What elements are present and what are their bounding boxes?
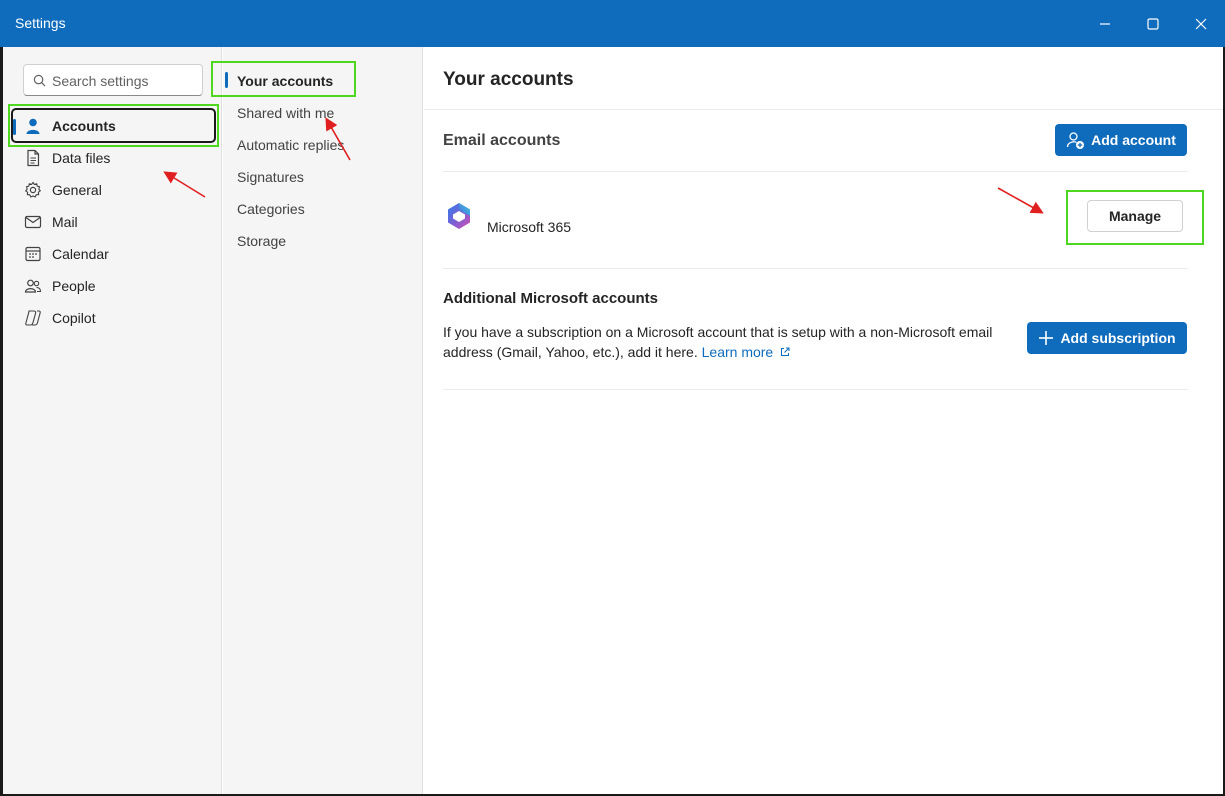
annotation-highlight-box: [8, 104, 219, 147]
minimize-icon: [1100, 22, 1110, 25]
title-bar: Settings: [0, 0, 1225, 47]
learn-more-label: Learn more: [701, 344, 774, 360]
additional-accounts-heading: Additional Microsoft accounts: [443, 290, 659, 307]
gear-icon: [23, 180, 43, 200]
external-link-icon: [781, 347, 790, 356]
subnav-item-shared-with-me[interactable]: Shared with me: [237, 103, 334, 123]
minimize-button[interactable]: [1082, 0, 1128, 47]
subnav-item-signatures[interactable]: Signatures: [237, 167, 304, 187]
copilot-icon: [23, 308, 43, 328]
microsoft-365-logo: [448, 203, 470, 229]
nav-item-label: Mail: [52, 214, 78, 230]
settings-nav-pane: Accounts Data files General Mail Calenda…: [3, 47, 222, 794]
search-box[interactable]: [23, 64, 203, 96]
maximize-button[interactable]: [1130, 0, 1176, 47]
divider: [443, 268, 1188, 269]
nav-item-copilot[interactable]: Copilot: [11, 302, 217, 334]
email-accounts-heading: Email accounts: [443, 132, 561, 149]
close-button[interactable]: [1178, 0, 1224, 47]
subnav-item-storage[interactable]: Storage: [237, 231, 286, 251]
nav-item-label: Data files: [52, 150, 111, 166]
learn-more-link[interactable]: Learn more: [702, 344, 791, 360]
search-icon: [33, 74, 46, 87]
maximize-icon: [1147, 17, 1159, 30]
subnav-item-categories[interactable]: Categories: [237, 199, 305, 219]
nav-item-calendar[interactable]: Calendar: [11, 238, 217, 270]
nav-item-label: Copilot: [52, 310, 96, 326]
add-account-button[interactable]: Add account: [1055, 124, 1187, 156]
content-pane: Your accounts Email accounts Add account: [424, 47, 1223, 794]
annotation-highlight-box: [211, 61, 356, 97]
divider: [424, 109, 1223, 110]
mail-icon: [23, 212, 43, 232]
add-subscription-button[interactable]: Add subscription: [1027, 322, 1187, 354]
divider: [443, 389, 1188, 390]
additional-accounts-description: If you have a subscription on a Microsof…: [443, 322, 1013, 362]
annotation-highlight-box: [1066, 190, 1204, 245]
close-icon: [1195, 18, 1207, 29]
subnav-item-automatic-replies[interactable]: Automatic replies: [237, 135, 344, 155]
window-title: Settings: [15, 15, 66, 31]
page-title: Your accounts: [443, 69, 574, 90]
search-input[interactable]: [52, 71, 197, 91]
document-icon: [23, 148, 43, 168]
nav-item-general[interactable]: General: [11, 174, 217, 206]
nav-item-people[interactable]: People: [11, 270, 217, 302]
nav-item-mail[interactable]: Mail: [11, 206, 217, 238]
plus-icon: [1039, 331, 1054, 345]
add-subscription-label: Add subscription: [1060, 330, 1176, 346]
nav-item-label: General: [52, 182, 102, 198]
add-account-label: Add account: [1091, 132, 1176, 148]
account-name: Microsoft 365: [487, 219, 572, 235]
divider: [443, 171, 1188, 172]
accounts-subnav-pane: Your accounts Shared with me Automatic r…: [223, 47, 423, 794]
person-add-icon: [1066, 131, 1085, 149]
people-icon: [23, 276, 43, 296]
nav-item-label: People: [52, 278, 96, 294]
calendar-icon: [23, 244, 43, 264]
nav-item-label: Calendar: [52, 246, 109, 262]
